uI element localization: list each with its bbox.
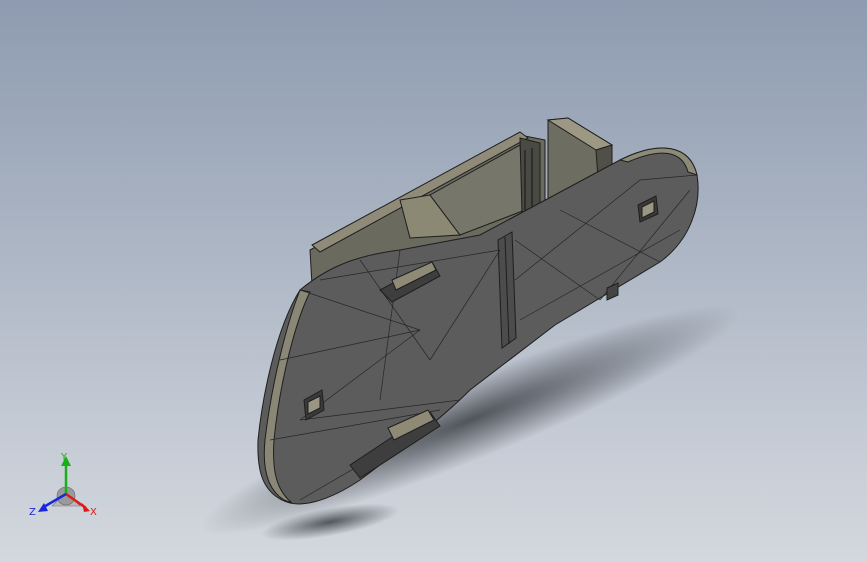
3d-model-view[interactable]: [0, 0, 867, 562]
triad-y-label: Y: [60, 452, 68, 463]
graphics-viewport[interactable]: Y X Z: [0, 0, 867, 562]
view-orientation-triad[interactable]: Y X Z: [28, 448, 104, 520]
triad-x-label: X: [90, 507, 97, 518]
triad-z-label: Z: [29, 507, 36, 518]
